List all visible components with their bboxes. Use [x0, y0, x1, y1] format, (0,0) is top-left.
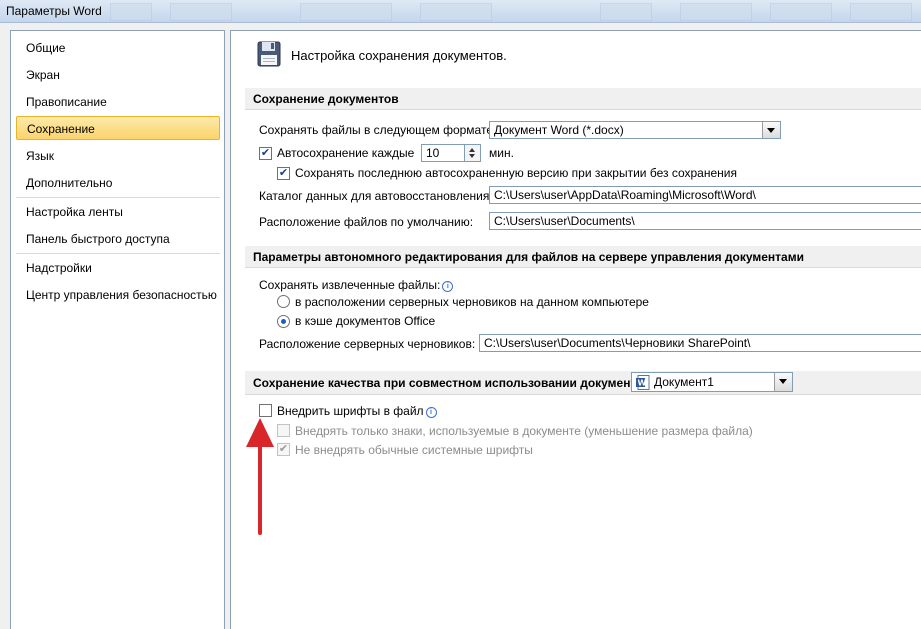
autosave-checkbox[interactable]: ✔: [259, 147, 272, 160]
embed-used-chars-label: Внедрять только знаки, используемые в до…: [295, 424, 753, 438]
chevron-down-icon[interactable]: [774, 373, 792, 391]
checked-out-files-label: Сохранять извлеченные файлы: i: [259, 278, 454, 292]
sidebar-item-customize-ribbon[interactable]: Настройка ленты: [16, 200, 220, 224]
page-heading: Настройка сохранения документов.: [291, 48, 507, 63]
background-ribbon-ghost: [850, 3, 912, 21]
sidebar-item-label: Надстройки: [26, 261, 92, 275]
sidebar-item-addins[interactable]: Надстройки: [16, 256, 220, 280]
radio-server-drafts[interactable]: [277, 295, 290, 308]
default-location-label: Расположение файлов по умолчанию:: [259, 215, 474, 229]
svg-text:W: W: [638, 379, 647, 388]
checked-out-files-text: Сохранять извлеченные файлы:: [259, 278, 441, 292]
embed-used-chars-checkbox[interactable]: [277, 424, 290, 437]
no-common-fonts-label: Не внедрять обычные системные шрифты: [295, 443, 533, 457]
info-icon: i: [442, 281, 454, 292]
autosave-minutes-input[interactable]: 10: [421, 144, 465, 162]
chevron-down-icon[interactable]: [762, 122, 780, 138]
sidebar-divider: [16, 253, 220, 254]
background-ribbon-ghost: [300, 3, 392, 21]
options-sidebar: Общие Экран Правописание Сохранение Язык…: [10, 30, 225, 629]
keep-last-version-label: Сохранять последнюю автосохраненную верс…: [295, 166, 737, 180]
sidebar-item-advanced[interactable]: Дополнительно: [16, 171, 220, 195]
sidebar-item-label: Настройка ленты: [26, 205, 123, 219]
embed-fonts-text: Внедрить шрифты в файл: [277, 404, 424, 418]
sidebar-item-label: Сохранение: [27, 122, 95, 136]
info-icon: i: [425, 407, 437, 418]
sidebar-item-save[interactable]: Сохранение: [16, 116, 220, 140]
keep-last-version-checkbox[interactable]: ✔: [277, 167, 290, 180]
radio-selected-dot: [281, 319, 286, 324]
window-title: Параметры Word: [6, 4, 102, 18]
format-dropdown-value: Документ Word (*.docx): [494, 123, 624, 137]
radio-server-drafts-label: в расположении серверных черновиков на д…: [295, 295, 649, 309]
sidebar-item-label: Центр управления безопасностью: [26, 288, 217, 302]
default-location-input[interactable]: C:\Users\user\Documents\: [489, 212, 921, 230]
autorecover-label: Каталог данных для автовосстановления:: [259, 189, 493, 203]
section-header-offline: Параметры автономного редактирования для…: [245, 246, 921, 268]
sidebar-item-proofing[interactable]: Правописание: [16, 90, 220, 114]
options-main-panel: Настройка сохранения документов. Сохране…: [230, 30, 921, 629]
background-ribbon-ghost: [110, 3, 152, 21]
sidebar-item-label: Дополнительно: [26, 176, 113, 190]
autosave-label: Автосохранение каждые: [277, 146, 415, 160]
background-ribbon-ghost: [170, 3, 232, 21]
title-bar: Параметры Word: [0, 0, 921, 23]
word-document-icon: W: [636, 375, 650, 390]
fidelity-document-dropdown[interactable]: W Документ1: [631, 372, 793, 392]
sidebar-item-quick-access[interactable]: Панель быстрого доступа: [16, 227, 220, 251]
drafts-location-label: Расположение серверных черновиков:: [259, 337, 476, 351]
sidebar-item-label: Язык: [26, 149, 55, 163]
sidebar-item-trust-center[interactable]: Центр управления безопасностью: [16, 283, 220, 307]
drafts-location-input[interactable]: C:\Users\user\Documents\Черновики ShareP…: [479, 334, 921, 352]
sidebar-divider: [16, 197, 220, 198]
fidelity-document-value: Документ1: [654, 375, 714, 389]
background-ribbon-ghost: [600, 3, 652, 21]
sidebar-item-label: Общие: [26, 41, 66, 55]
sidebar-item-label: Панель быстрого доступа: [26, 232, 170, 246]
autosave-unit: мин.: [489, 146, 514, 160]
sidebar-item-language[interactable]: Язык: [16, 144, 220, 168]
background-ribbon-ghost: [420, 3, 492, 21]
embed-fonts-label: Внедрить шрифты в файл i: [277, 404, 437, 418]
format-label: Сохранять файлы в следующем формате:: [259, 123, 497, 137]
autorecover-path-input[interactable]: C:\Users\user\AppData\Roaming\Microsoft\…: [489, 186, 921, 204]
no-common-fonts-checkbox[interactable]: ✔: [277, 443, 290, 456]
autosave-spinner[interactable]: [465, 144, 481, 162]
format-dropdown[interactable]: Документ Word (*.docx): [489, 121, 781, 139]
sidebar-item-general[interactable]: Общие: [16, 36, 220, 60]
background-ribbon-ghost: [680, 3, 752, 21]
sidebar-item-label: Экран: [26, 68, 60, 82]
annotation-arrow-icon: [246, 418, 274, 535]
radio-office-cache-label: в кэше документов Office: [295, 314, 436, 328]
floppy-disk-icon: [257, 41, 281, 67]
section-header-save: Сохранение документов: [245, 88, 921, 110]
section-header-fidelity: Сохранение качества при совместном испол…: [245, 371, 921, 395]
background-ribbon-ghost: [770, 3, 832, 21]
radio-office-cache[interactable]: [277, 315, 290, 328]
sidebar-item-display[interactable]: Экран: [16, 63, 220, 87]
sidebar-item-label: Правописание: [26, 95, 107, 109]
